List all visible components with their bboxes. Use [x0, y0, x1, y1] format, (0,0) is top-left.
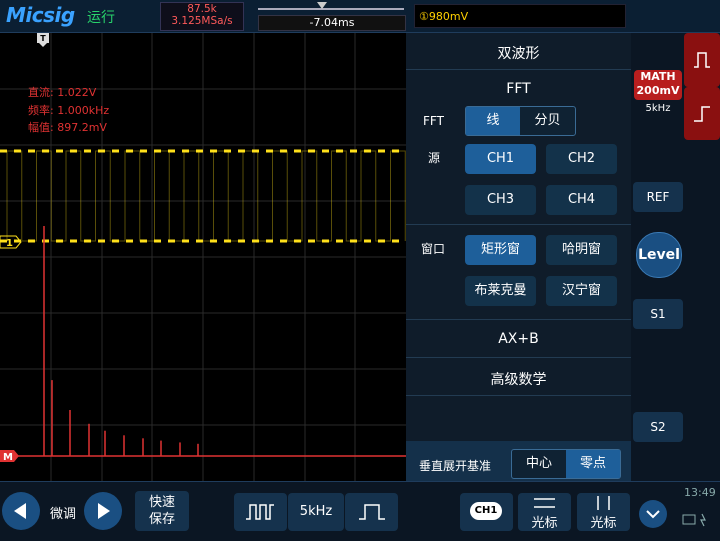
trigger-position-marker-icon	[317, 2, 327, 9]
ch1-badge: CH1	[470, 502, 502, 520]
fft-mode-db[interactable]: 分贝	[520, 107, 575, 135]
math-marker-label: M	[3, 452, 13, 463]
window-hamming-button[interactable]: 哈明窗	[546, 235, 617, 265]
quick-save-label-1: 快速	[148, 495, 175, 510]
menu-title[interactable]: 双波形	[406, 43, 631, 63]
pulse-pattern-button[interactable]	[234, 493, 287, 531]
single-pulse-button[interactable]	[345, 493, 398, 531]
ch1-square-wave	[6, 150, 406, 242]
fine-label: 微调	[50, 507, 77, 522]
sample-rate-box[interactable]: 87.5k 3.125MSa/s	[160, 2, 244, 31]
window-rectangular-button[interactable]: 矩形窗	[465, 235, 536, 265]
trigger-marker-icon[interactable]: T	[37, 33, 49, 47]
brand-logo: Micsig	[6, 3, 75, 27]
divider	[406, 395, 631, 396]
sample-rate: 3.125MSa/s	[171, 15, 233, 27]
s2-button[interactable]: S2	[633, 412, 683, 442]
math-channel-badge[interactable]: MATH 200mV	[634, 70, 682, 100]
expand-menu-button[interactable]	[639, 500, 667, 528]
window-hanning-button[interactable]: 汉宁窗	[546, 276, 617, 306]
divider	[406, 357, 631, 358]
math-menu-panel: 双波形 FFT FFT 线 分贝 源 CH1 CH2 CH3 CH4 窗口 矩形…	[406, 33, 631, 481]
clock: 13:49	[684, 486, 716, 499]
trigger-position-control[interactable]: -7.04ms	[258, 2, 406, 31]
step-icon	[694, 106, 710, 122]
trigger-level-readout[interactable]: ①980mV	[414, 4, 626, 28]
axb-menu-item[interactable]: AX+B	[406, 331, 631, 347]
single-pulse-icon	[359, 504, 385, 520]
memory-bar	[258, 8, 404, 10]
cursor-horizontal-button[interactable]: 光标	[518, 493, 571, 531]
trigger-marker-label: T	[40, 34, 46, 43]
chevron-down-icon	[646, 510, 660, 519]
pulse-high-button[interactable]	[684, 33, 720, 87]
vertical-base-label: 垂直展开基准	[419, 459, 492, 473]
vertical-base-center[interactable]: 中心	[512, 450, 566, 478]
level-knob[interactable]: Level	[636, 232, 682, 278]
cursor-vertical-button[interactable]: 光标	[577, 493, 630, 531]
source-label: 源	[428, 151, 441, 165]
vertical-base-zero[interactable]: 零点	[566, 450, 620, 478]
measure-amplitude: 幅值: 897.2mV	[28, 121, 107, 134]
vertical-base-selector[interactable]: 中心 零点	[511, 449, 621, 479]
window-blackman-button[interactable]: 布莱克曼	[465, 276, 536, 306]
fft-mode-linear[interactable]: 线	[466, 107, 520, 135]
quick-save-label-2: 保存	[148, 512, 175, 527]
run-state-indicator[interactable]: 运行	[87, 7, 115, 27]
fft-spectrum-trace	[18, 226, 406, 457]
quick-save-button[interactable]: 快速 保存	[135, 491, 189, 531]
ref-button[interactable]: REF	[633, 182, 683, 212]
double-pulse-icon	[246, 504, 274, 520]
divider	[406, 319, 631, 320]
math-marker-icon[interactable]: M	[0, 450, 19, 463]
fft-mode-selector[interactable]: 线 分贝	[465, 106, 576, 136]
source-ch1-button[interactable]: CH1	[465, 144, 536, 174]
source-ch4-button[interactable]: CH4	[546, 185, 617, 215]
divider	[406, 224, 631, 225]
measure-frequency: 频率: 1.000kHz	[28, 103, 109, 117]
frequency-button[interactable]: 5kHz	[288, 493, 344, 531]
pulse-icon	[694, 52, 710, 68]
math-scale: 200mV	[636, 84, 680, 97]
channel-select-button[interactable]: CH1	[460, 493, 513, 531]
source-ch2-button[interactable]: CH2	[546, 144, 617, 174]
display-icon	[682, 514, 696, 525]
pulse-low-button[interactable]	[684, 87, 720, 140]
power-icon	[700, 513, 706, 527]
arrow-left-icon	[14, 503, 26, 519]
vertical-cursor-icon	[597, 496, 610, 510]
trigger-position-value: -7.04ms	[258, 15, 406, 31]
ch1-marker-label: 1	[6, 238, 13, 249]
measure-dc: 直流: 1.022V	[28, 85, 97, 99]
fine-right-button[interactable]	[84, 492, 122, 530]
fft-header: FFT	[506, 81, 531, 97]
s1-button[interactable]: S1	[633, 299, 683, 329]
arrow-right-icon	[98, 503, 110, 519]
window-label: 窗口	[421, 242, 446, 256]
status-icons	[682, 513, 706, 527]
waveform-display[interactable]: T 1 M 直流: 1.022V 频率: 1.000kHz 幅值: 897.2m…	[0, 33, 406, 481]
cursor-horizontal-label: 光标	[531, 516, 558, 531]
advanced-math-menu-item[interactable]: 高级数学	[406, 369, 631, 389]
divider	[406, 69, 631, 70]
horizontal-cursor-icon	[534, 498, 555, 508]
memory-depth: 87.5k	[187, 3, 217, 15]
fine-left-button[interactable]	[2, 492, 40, 530]
cursor-vertical-label: 光标	[590, 516, 617, 531]
source-ch3-button[interactable]: CH3	[465, 185, 536, 215]
math-label: MATH	[640, 70, 676, 83]
fft-mode-label: FFT	[423, 114, 444, 128]
math-frequency: 5kHz	[645, 103, 671, 114]
